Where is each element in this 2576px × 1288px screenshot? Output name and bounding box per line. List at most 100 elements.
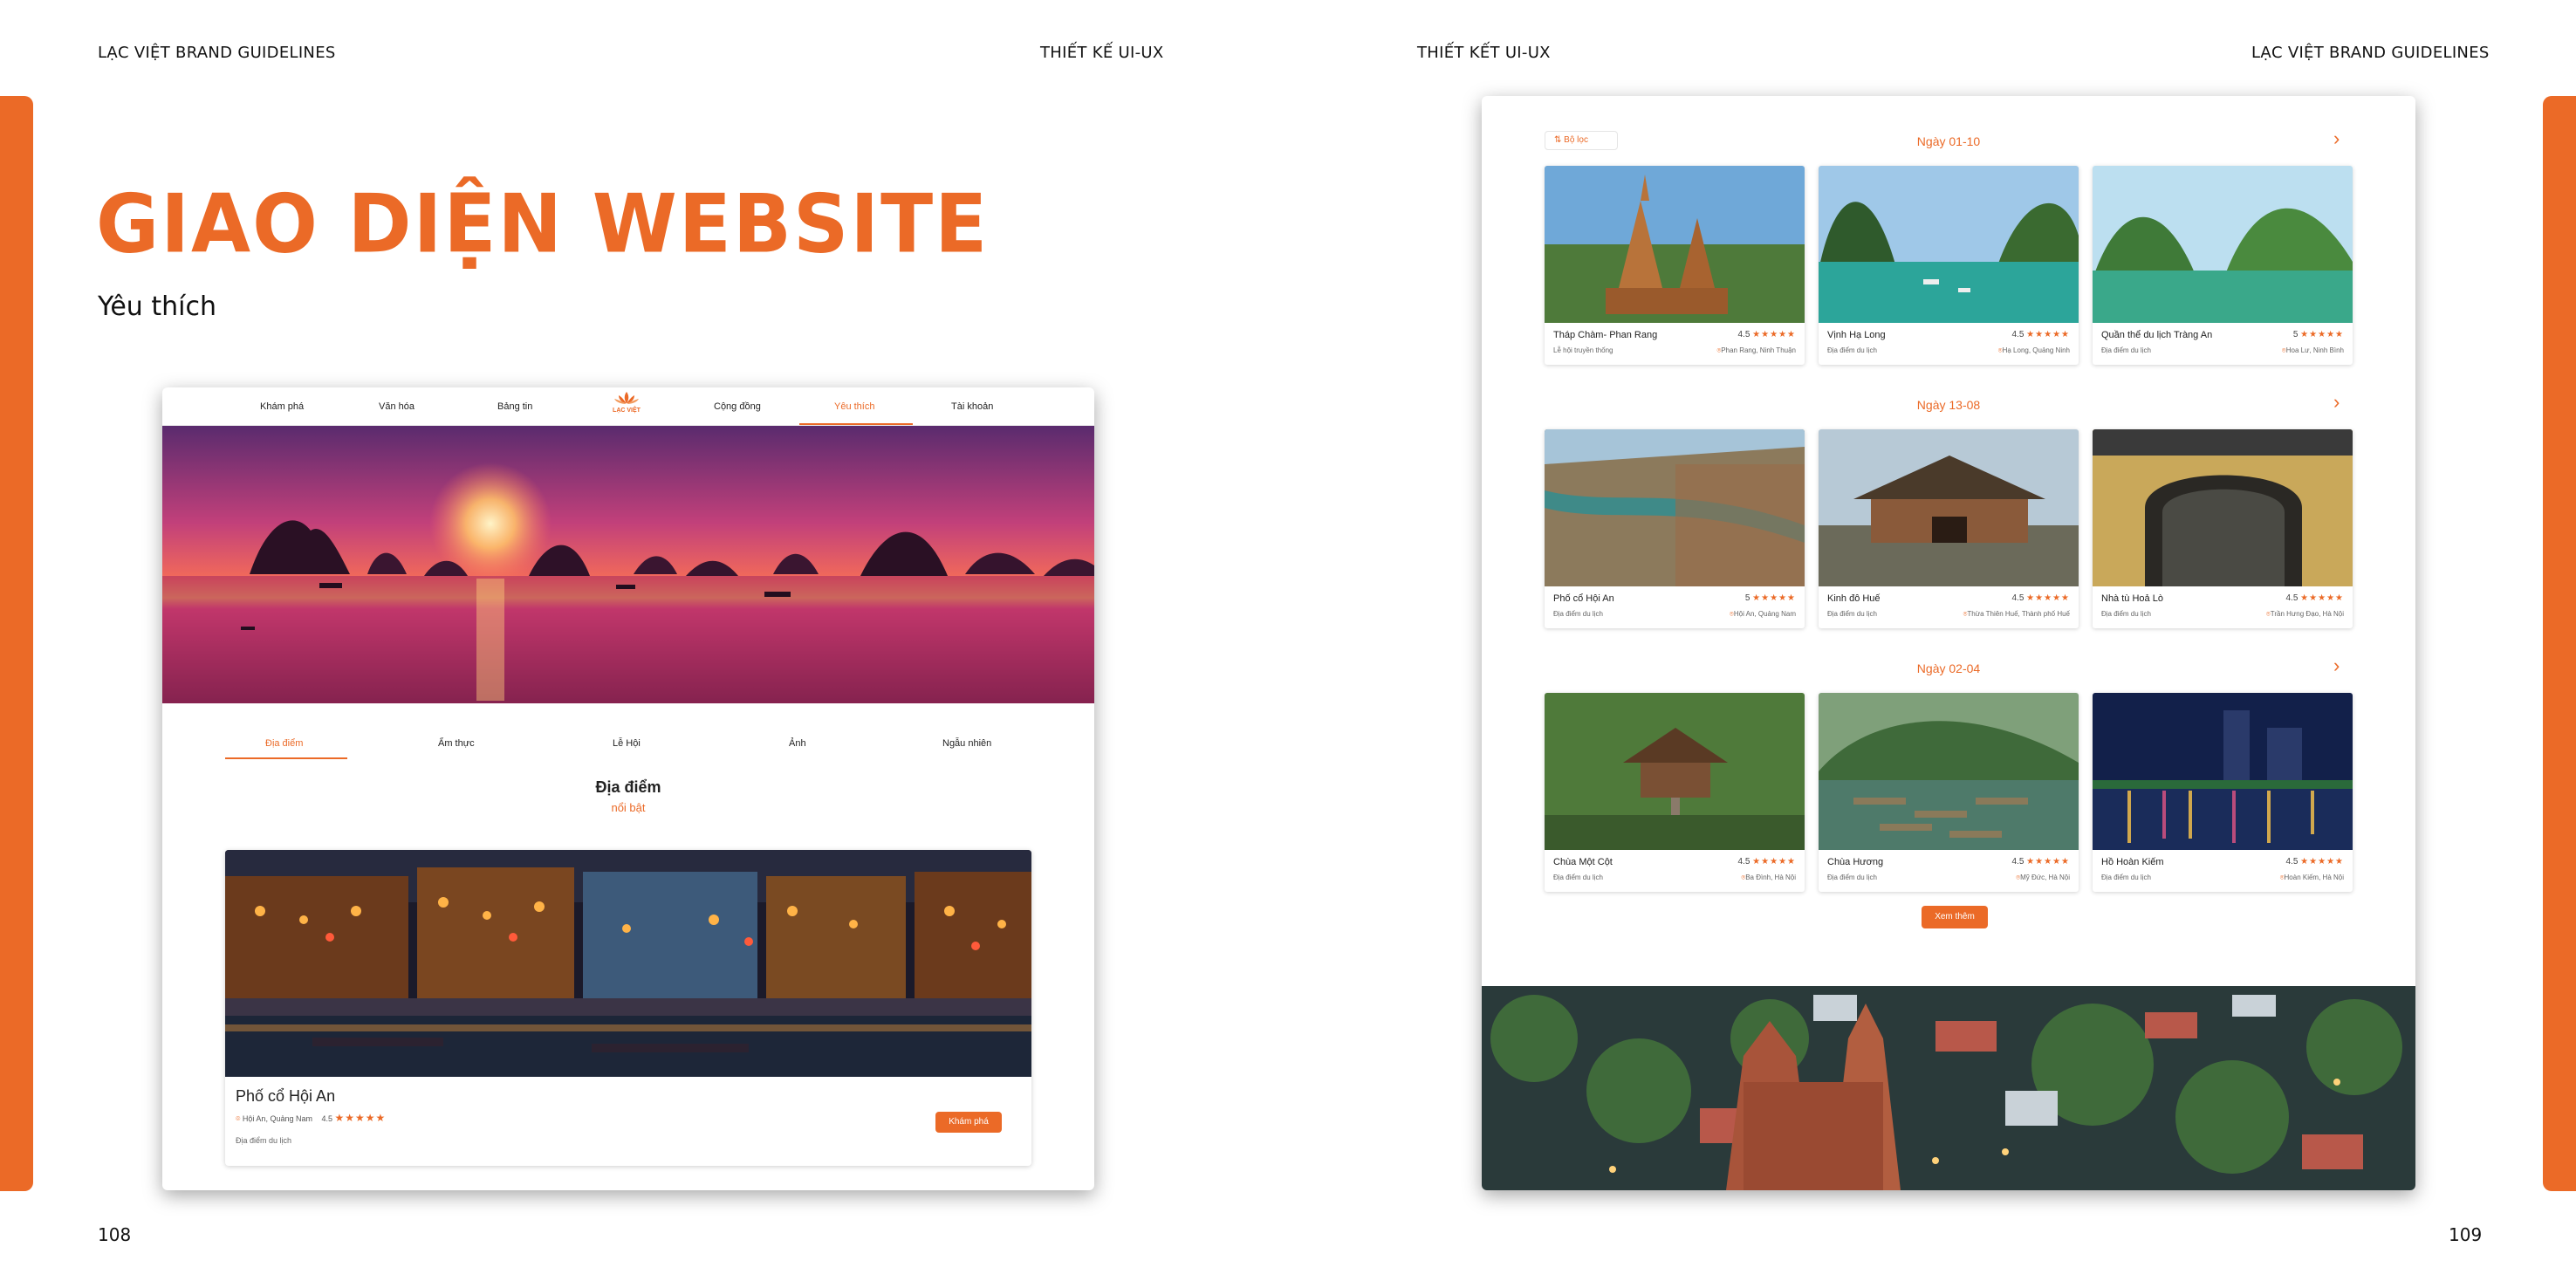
tab-festival[interactable]: Lễ Hội xyxy=(613,738,641,749)
tab-random[interactable]: Ngẫu nhiên xyxy=(942,738,991,749)
favorite-card[interactable]: Quần thể du lịch Tràng An 5 ★★★★★ Địa đi… xyxy=(2093,166,2353,365)
favorite-card[interactable]: Phố cổ Hội An 5 ★★★★★ Địa điểm du lịch ⌾… xyxy=(1545,429,1805,628)
place-rating: 4.5 ★★★★★ xyxy=(2011,330,2070,339)
place-name: Nhà tù Hoả Lò xyxy=(2101,593,2163,604)
location-text: Hội An, Quảng Nam xyxy=(1733,610,1796,618)
location-text: Thừa Thiên Huế, Thành phố Huế xyxy=(1967,610,2070,618)
rating-value: 4.5 xyxy=(2285,593,2299,603)
nav-item-account[interactable]: Tài khoản xyxy=(951,401,993,412)
place-rating: 4.5 ★★★★★ xyxy=(2285,857,2344,867)
left-edge-bar xyxy=(0,96,33,1191)
favorite-card[interactable]: Hồ Hoàn Kiếm 4.5 ★★★★★ Địa điểm du lịch … xyxy=(2093,693,2353,892)
right-header-section: THIẾT KẾT UI-UX xyxy=(1417,44,1551,62)
right-header-brand: LẠC VIỆT BRAND GUIDELINES xyxy=(2251,44,2490,62)
right-page-number: 109 xyxy=(2449,1224,2483,1245)
tab-food[interactable]: Ẩm thực xyxy=(438,738,475,749)
chevron-right-icon[interactable]: › xyxy=(2333,654,2340,677)
place-location: ⌾Phan Rang, Ninh Thuận xyxy=(1716,346,1796,355)
featured-place-card[interactable]: Phố cổ Hội An ⌾ Hội An, Quảng Nam 4.5 ★★… xyxy=(225,850,1031,1166)
left-page-number: 108 xyxy=(98,1224,132,1245)
featured-place-meta: ⌾ Hội An, Quảng Nam 4.5 ★★★★★ xyxy=(236,1112,386,1124)
rating-stars: ★★★★★ xyxy=(2300,857,2344,867)
trang-an-image xyxy=(2093,166,2353,323)
section-title: Địa điểm xyxy=(595,778,661,796)
tab-places[interactable]: Địa điểm xyxy=(265,738,303,749)
hero-sunset-bay-image xyxy=(162,426,1094,703)
place-rating: 4.5 ★★★★★ xyxy=(1737,857,1796,867)
featured-place-type: Địa điểm du lịch xyxy=(236,1136,292,1145)
place-name: Vịnh Hạ Long xyxy=(1827,330,1886,340)
nav-item-culture[interactable]: Văn hóa xyxy=(379,401,414,412)
hoan-kiem-lake-image xyxy=(2093,693,2353,850)
left-header-section: THIẾT KẾ UI-UX xyxy=(1040,44,1164,62)
place-type: Địa điểm du lịch xyxy=(2101,874,2151,881)
place-name: Tháp Chàm- Phan Rang xyxy=(1553,330,1658,340)
place-location: ⌾Hoa Lư, Ninh Bình xyxy=(2282,346,2344,355)
explore-button[interactable]: Khám phá xyxy=(935,1112,1002,1133)
place-rating: 4.5 ★★★★★ xyxy=(2011,593,2070,603)
place-type: Địa điểm du lịch xyxy=(2101,346,2151,354)
location-text: Trần Hưng Đạo, Hà Nội xyxy=(2270,610,2344,618)
rating-stars: ★★★★★ xyxy=(2300,330,2344,339)
place-location: ⌾Ba Đình, Hà Nội xyxy=(1741,874,1796,882)
chevron-right-icon[interactable]: › xyxy=(2333,127,2340,150)
rating-stars: ★★★★★ xyxy=(2026,857,2070,867)
place-type: Địa điểm du lịch xyxy=(1827,610,1877,618)
nav-item-community[interactable]: Cộng đồng xyxy=(714,401,761,412)
nav-item-explore[interactable]: Khám phá xyxy=(260,401,304,412)
place-rating: 5 ★★★★★ xyxy=(1745,593,1796,603)
place-name: Quần thể du lịch Tràng An xyxy=(2101,330,2213,340)
page-title: GIAO DIỆN WEBSITE xyxy=(96,176,990,271)
day-heading-2: Ngày 13-08 xyxy=(1916,398,1981,412)
hoi-an-aerial-image xyxy=(1545,429,1805,586)
website-mockup-home: Khám phá Văn hóa Bảng tin LẠC VIỆT Cộng … xyxy=(162,387,1094,1190)
rating-value: 5 xyxy=(2292,330,2299,339)
featured-rating-stars: ★★★★★ xyxy=(334,1112,387,1124)
favorite-card[interactable]: Chùa Hương 4.5 ★★★★★ Địa điểm du lịch ⌾M… xyxy=(1819,693,2079,892)
hoi-an-night-image xyxy=(225,850,1031,1077)
day-heading-1: Ngày 01-10 xyxy=(1916,134,1981,148)
section-subtitle: nổi bật xyxy=(611,801,646,814)
nav-item-news[interactable]: Bảng tin xyxy=(497,401,532,412)
location-text: Mỹ Đức, Hà Nội xyxy=(2020,874,2070,881)
location-pin-icon: ⌾ xyxy=(236,1114,241,1123)
huong-pagoda-image xyxy=(1819,693,2079,850)
place-type: Địa điểm du lịch xyxy=(2101,610,2151,618)
one-pillar-pagoda-image xyxy=(1545,693,1805,850)
hue-citadel-image xyxy=(1819,429,2079,586)
place-location: ⌾Trần Hưng Đạo, Hà Nội xyxy=(2266,610,2344,619)
tab-photos[interactable]: Ảnh xyxy=(789,738,806,749)
left-header-brand: LẠC VIỆT BRAND GUIDELINES xyxy=(98,44,336,62)
featured-place-location: Hội An, Quảng Nam xyxy=(242,1114,312,1123)
lotus-logo-icon xyxy=(614,392,639,404)
rating-stars: ★★★★★ xyxy=(1752,593,1796,603)
thap-cham-image xyxy=(1545,166,1805,323)
place-rating: 5 ★★★★★ xyxy=(2293,330,2344,339)
nav-item-favorites[interactable]: Yêu thích xyxy=(834,401,874,412)
location-text: Hạ Long, Quảng Ninh xyxy=(2002,346,2070,354)
place-type: Địa điểm du lịch xyxy=(1827,874,1877,881)
chevron-right-icon[interactable]: › xyxy=(2333,391,2340,414)
favorite-card[interactable]: Vịnh Hạ Long 4.5 ★★★★★ Địa điểm du lịch … xyxy=(1819,166,2079,365)
favorite-card[interactable]: Tháp Chàm- Phan Rang 4.5 ★★★★★ Lễ hội tr… xyxy=(1545,166,1805,365)
site-logo[interactable]: LẠC VIỆT xyxy=(609,391,644,422)
place-rating: 4.5 ★★★★★ xyxy=(2011,857,2070,867)
location-text: Hoàn Kiếm, Hà Nội xyxy=(2284,874,2344,881)
place-type: Lễ hội truyền thống xyxy=(1553,346,1613,354)
location-text: Ba Đình, Hà Nội xyxy=(1745,874,1796,881)
rating-stars: ★★★★★ xyxy=(2300,593,2344,603)
favorite-card[interactable]: Nhà tù Hoả Lò 4.5 ★★★★★ Địa điểm du lịch… xyxy=(2093,429,2353,628)
rating-value: 4.5 xyxy=(2011,593,2024,603)
favorite-card[interactable]: Kinh đô Huế 4.5 ★★★★★ Địa điểm du lịch ⌾… xyxy=(1819,429,2079,628)
see-more-button[interactable]: Xem thêm xyxy=(1922,906,1988,928)
place-name: Kinh đô Huế xyxy=(1827,593,1881,604)
place-type: Địa điểm du lịch xyxy=(1827,346,1877,354)
place-location: ⌾Thừa Thiên Huế, Thành phố Huế xyxy=(1963,610,2070,619)
hoa-lo-prison-image xyxy=(2093,429,2353,586)
place-location: ⌾Hội An, Quảng Nam xyxy=(1730,610,1796,619)
place-location: ⌾Mỹ Đức, Hà Nội xyxy=(2016,874,2070,882)
logo-text: LẠC VIỆT xyxy=(613,408,641,414)
place-type: Địa điểm du lịch xyxy=(1553,610,1603,618)
favorite-card[interactable]: Chùa Một Cột 4.5 ★★★★★ Địa điểm du lịch … xyxy=(1545,693,1805,892)
page-subtitle: Yêu thích xyxy=(98,291,216,322)
